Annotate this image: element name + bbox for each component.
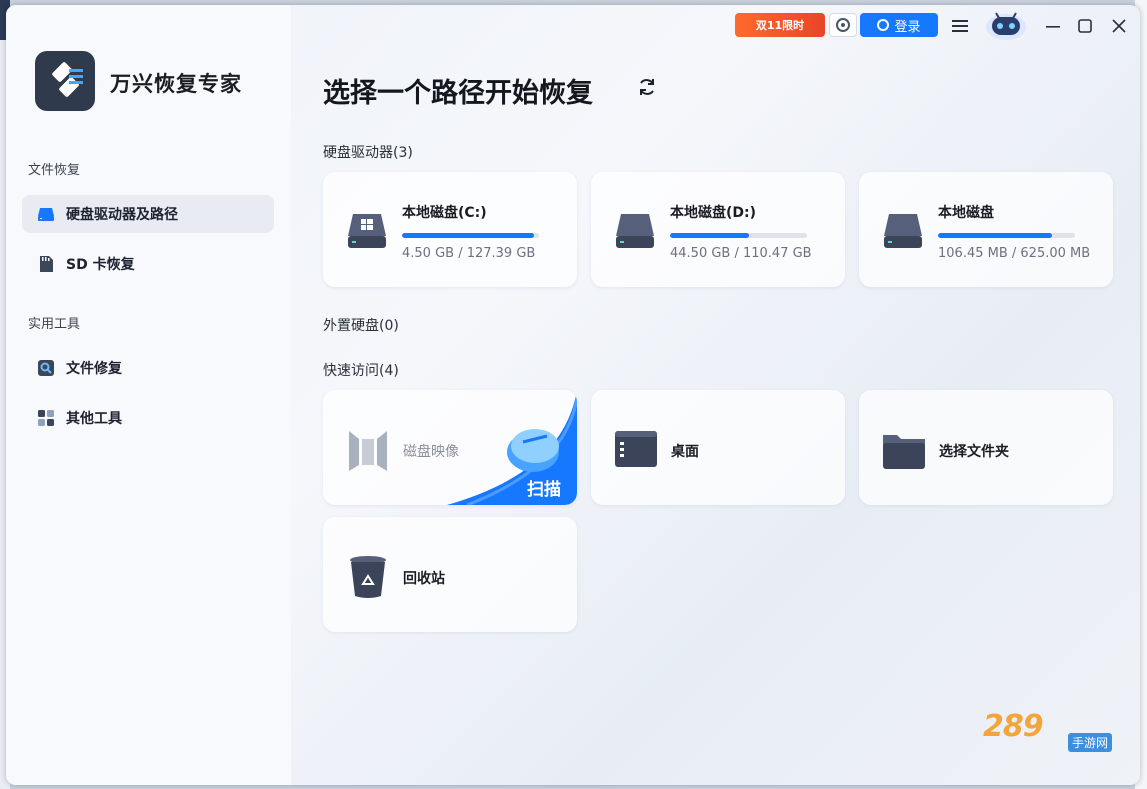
drive-size: 106.45 MB / 625.00 MB [938, 246, 1091, 261]
sidebar-item-file-repair[interactable]: 文件修复 [22, 349, 274, 387]
drive-size: 4.50 GB / 127.39 GB [402, 246, 536, 261]
wrench-icon [36, 358, 56, 378]
drive-usage-fill [938, 233, 1052, 238]
quick-card-desktop[interactable]: 桌面 [591, 390, 845, 505]
drive-usage-bar [938, 233, 1075, 238]
promo-banner[interactable]: 双11限时 [735, 13, 825, 37]
drive-usage-bar [402, 233, 539, 238]
drive-icon [616, 214, 654, 248]
sidebar-item-label: 硬盘驱动器及路径 [66, 207, 178, 223]
login-label: 登录 [894, 19, 921, 35]
sidebar-item-sd-card[interactable]: SD 卡恢复 [22, 245, 274, 283]
drive-name: 本地磁盘 [938, 205, 994, 221]
quick-card-select-folder[interactable]: 选择文件夹 [859, 390, 1113, 505]
windows-drive-icon [348, 214, 386, 248]
login-button[interactable]: 登录 [860, 13, 938, 37]
refresh-icon[interactable] [636, 76, 658, 98]
disk-image-icon [349, 431, 387, 471]
quick-card-label: 桌面 [671, 444, 699, 460]
section-tools: 实用工具 [28, 317, 81, 332]
menu-icon[interactable] [949, 15, 971, 37]
drive-usage-fill [670, 233, 750, 238]
quick-group-label: 快速访问(4) [323, 363, 399, 379]
quick-card-recycle-bin[interactable]: 回收站 [323, 517, 577, 632]
sidebar: 万兴恢复专家 文件恢复 硬盘驱动器及路径 SD 卡恢复 实用工具 文件修复 其他… [6, 5, 291, 785]
drive-name: 本地磁盘(D:) [670, 205, 757, 221]
drives-group-label: 硬盘驱动器(3) [323, 145, 413, 161]
section-file-recovery: 文件恢复 [28, 163, 81, 178]
drive-size: 44.50 GB / 110.47 GB [670, 246, 812, 261]
watermark-subtitle: 手游网 [1068, 733, 1113, 752]
sd-card-icon [36, 254, 56, 274]
scan-label: 扫描 [527, 480, 561, 500]
minimize-icon[interactable] [1042, 15, 1064, 37]
drive-usage-fill [402, 233, 534, 238]
drive-usage-bar [670, 233, 807, 238]
app-window: 万兴恢复专家 文件恢复 硬盘驱动器及路径 SD 卡恢复 实用工具 文件修复 其他… [6, 5, 1140, 785]
quick-card-label: 回收站 [403, 571, 445, 587]
user-icon [877, 19, 890, 31]
drive-card-other[interactable]: 本地磁盘 106.45 MB / 625.00 MB [859, 172, 1113, 287]
app-name: 万兴恢复专家 [110, 72, 242, 96]
gift-icon[interactable] [829, 13, 857, 37]
app-logo [35, 51, 95, 111]
desktop-icon [615, 431, 657, 467]
watermark-logo: 289 [983, 709, 1044, 744]
sidebar-item-drives[interactable]: 硬盘驱动器及路径 [22, 195, 274, 233]
quick-card-disk-image[interactable]: 磁盘映像 扫描 [323, 390, 577, 505]
recycle-bin-icon [350, 556, 386, 598]
sidebar-item-label: 文件修复 [66, 361, 122, 377]
drive-icon [36, 204, 56, 224]
quick-card-label: 选择文件夹 [939, 444, 1009, 460]
external-group-label: 外置硬盘(0) [323, 318, 399, 334]
sidebar-item-other-tools[interactable]: 其他工具 [22, 399, 274, 437]
drive-card-c[interactable]: 本地磁盘(C:) 4.50 GB / 127.39 GB [323, 172, 577, 287]
close-icon[interactable] [1108, 15, 1130, 37]
page-title: 选择一个路径开始恢复 [323, 78, 593, 109]
drive-icon [884, 214, 922, 248]
drive-name: 本地磁盘(C:) [402, 205, 487, 221]
folder-icon [883, 435, 925, 469]
sidebar-item-label: SD 卡恢复 [66, 257, 135, 273]
robot-avatar-icon[interactable] [982, 8, 1030, 42]
maximize-icon[interactable] [1074, 15, 1096, 37]
sidebar-item-label: 其他工具 [66, 411, 122, 427]
grid-tools-icon [36, 408, 56, 428]
scan-action[interactable]: 扫描 [447, 390, 577, 505]
drive-card-d[interactable]: 本地磁盘(D:) 44.50 GB / 110.47 GB [591, 172, 845, 287]
